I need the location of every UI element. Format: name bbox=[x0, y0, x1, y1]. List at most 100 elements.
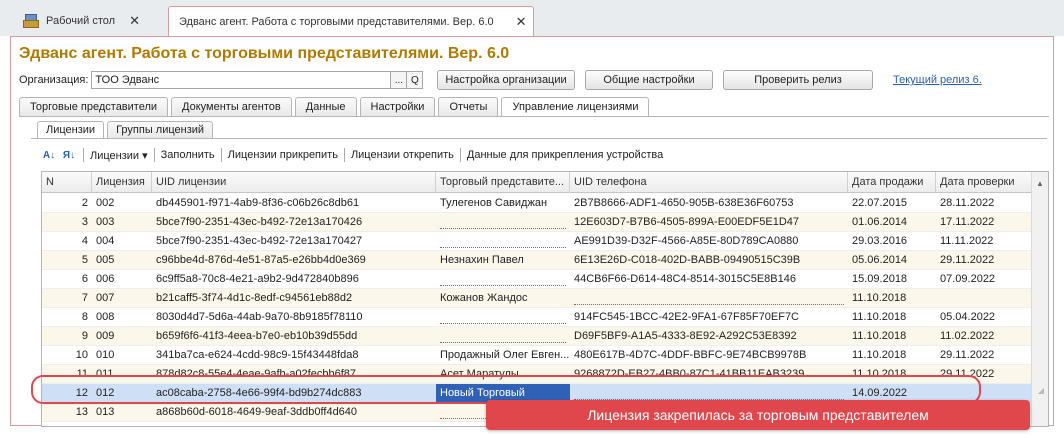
pick-button[interactable]: ... bbox=[391, 71, 408, 89]
table-row[interactable]: 2 002 db445901-f971-4ab9-8f36-c06b26c8db61… bbox=[42, 194, 1032, 213]
cell-sale-date[interactable]: 29.03.2016 bbox=[848, 232, 936, 251]
tab-license-management[interactable]: Управление лицензиями bbox=[501, 97, 650, 117]
tab-sales-reps[interactable]: Торговые представители bbox=[19, 97, 169, 117]
device-data-button[interactable]: Данные для прикрепления устройства bbox=[463, 149, 667, 161]
cell-sale-date[interactable]: 22.07.2015 bbox=[848, 194, 936, 213]
sort-descending-icon[interactable]: Я↓ bbox=[61, 147, 77, 163]
cell-sales-rep[interactable] bbox=[436, 327, 570, 346]
cell-sale-date[interactable]: 15.09.2018 bbox=[848, 270, 936, 289]
column-header-license[interactable]: Лицензия bbox=[92, 172, 152, 193]
cell-license-uid[interactable]: c96bbe4d-876d-4e51-87a5-e26bb4d0e369 bbox=[152, 251, 436, 270]
cell-sales-rep[interactable]: Тулегенов Савиджан bbox=[436, 194, 570, 213]
cell-n[interactable]: 6 bbox=[42, 270, 92, 289]
fill-button[interactable]: Заполнить bbox=[157, 149, 219, 161]
cell-license-uid[interactable]: 341ba7ca-e624-4cdd-98c9-15f43448fda8 bbox=[152, 346, 436, 365]
cell-phone-uid[interactable]: 12E603D7-B7B6-4505-899A-E00EDF5E1D47 bbox=[570, 213, 848, 232]
check-release-button[interactable]: Проверить релиз bbox=[723, 70, 873, 90]
tab-license-groups[interactable]: Группы лицензий bbox=[107, 121, 214, 139]
column-header-sales-rep[interactable]: Торговый представите... bbox=[436, 172, 570, 193]
cell-check-date[interactable]: 29.11.2022 bbox=[936, 251, 1032, 270]
search-icon[interactable]: Q bbox=[407, 71, 424, 89]
cell-license[interactable]: 007 bbox=[92, 289, 152, 308]
cell-sale-date[interactable]: 11.10.2018 bbox=[848, 327, 936, 346]
close-icon[interactable]: ✕ bbox=[129, 13, 140, 29]
cell-check-date[interactable] bbox=[936, 289, 1032, 308]
table-row[interactable]: 3 003 5bce7f90-2351-43ec-b492-72e13a170426… bbox=[42, 213, 1032, 232]
cell-license[interactable]: 006 bbox=[92, 270, 152, 289]
cell-n[interactable]: 7 bbox=[42, 289, 92, 308]
table-row[interactable]: 9 009 b659f6f6-41f3-4eea-b7e0-eb10b39d55dd… bbox=[42, 327, 1032, 346]
table-row[interactable]: 6 006 6c9ff5a8-70c8-4e21-a9b2-9d472840b896… bbox=[42, 270, 1032, 289]
cell-sales-rep[interactable] bbox=[436, 232, 570, 251]
cell-sale-date[interactable]: 11.10.2018 bbox=[848, 346, 936, 365]
cell-license[interactable]: 002 bbox=[92, 194, 152, 213]
cell-license-uid[interactable]: 8030d4d7-5d6a-44ab-9a70-8b9185f78110 bbox=[152, 308, 436, 327]
tab-reports[interactable]: Отчеты bbox=[438, 97, 499, 117]
close-icon[interactable]: ✕ bbox=[516, 14, 527, 30]
column-header-check-date[interactable]: Дата проверки bbox=[936, 172, 1032, 193]
table-row[interactable]: 4 004 5bce7f90-2351-43ec-b492-72e13a170427… bbox=[42, 232, 1032, 251]
table-row[interactable]: 7 007 b21caff5-3f74-4d1c-8edf-c94561eb88d2… bbox=[42, 289, 1032, 308]
detach-licenses-button[interactable]: Лицензии открепить bbox=[347, 149, 458, 161]
cell-phone-uid[interactable]: 44CB6F66-D614-48C4-8514-3015C5E8B146 bbox=[570, 270, 848, 289]
tab-settings[interactable]: Настройки bbox=[359, 97, 436, 117]
cell-phone-uid[interactable]: 2B7B8666-ADF1-4650-905B-638E36F60753 bbox=[570, 194, 848, 213]
cell-sale-date[interactable]: 01.06.2014 bbox=[848, 213, 936, 232]
cell-license-uid[interactable]: 5bce7f90-2351-43ec-b492-72e13a170427 bbox=[152, 232, 436, 251]
cell-license-uid[interactable]: b21caff5-3f74-4d1c-8edf-c94561eb88d2 bbox=[152, 289, 436, 308]
cell-check-date[interactable]: 05.04.2022 bbox=[936, 308, 1032, 327]
cell-sales-rep[interactable]: Незнахин Павел bbox=[436, 251, 570, 270]
tab-licenses[interactable]: Лицензии bbox=[37, 121, 105, 139]
column-header-phone-uid[interactable]: UID телефона bbox=[570, 172, 848, 193]
table-row[interactable]: 5 005 c96bbe4d-876d-4e51-87a5-e26bb4d0e369… bbox=[42, 251, 1032, 270]
tab-data[interactable]: Данные bbox=[294, 97, 357, 117]
cell-license[interactable]: 005 bbox=[92, 251, 152, 270]
column-header-n[interactable]: N bbox=[42, 172, 92, 193]
scroll-up-icon[interactable]: ▲ bbox=[1032, 175, 1048, 191]
sort-ascending-icon[interactable]: А↓ bbox=[41, 147, 57, 163]
cell-n[interactable]: 3 bbox=[42, 213, 92, 232]
cell-license[interactable]: 010 bbox=[92, 346, 152, 365]
licenses-menu-button[interactable]: Лицензии ▾ bbox=[86, 149, 152, 162]
cell-check-date[interactable]: 11.11.2022 bbox=[936, 232, 1032, 251]
cell-license[interactable]: 004 bbox=[92, 232, 152, 251]
cell-sales-rep[interactable]: Продажный Олег Евген... bbox=[436, 346, 570, 365]
general-settings-button[interactable]: Общие настройки bbox=[585, 70, 713, 90]
cell-sales-rep[interactable]: Кожанов Жандос bbox=[436, 289, 570, 308]
cell-license-uid[interactable]: b659f6f6-41f3-4eea-b7e0-eb10b39d55dd bbox=[152, 327, 436, 346]
tab-agent-documents[interactable]: Документы агентов bbox=[171, 97, 292, 117]
cell-phone-uid[interactable]: 6E13E26D-C018-402D-BABB-09490515C39B bbox=[570, 251, 848, 270]
current-release-link[interactable]: Текущий релиз 6. bbox=[893, 74, 982, 86]
attach-licenses-button[interactable]: Лицензии прикрепить bbox=[224, 149, 342, 161]
column-header-license-uid[interactable]: UID лицензии bbox=[152, 172, 436, 193]
cell-n[interactable]: 5 bbox=[42, 251, 92, 270]
org-settings-button[interactable]: Настройка организации bbox=[437, 70, 575, 90]
cell-license[interactable]: 009 bbox=[92, 327, 152, 346]
tab-advance-agent[interactable]: Эдванс агент. Работа с торговыми предста… bbox=[168, 6, 534, 36]
cell-license[interactable]: 008 bbox=[92, 308, 152, 327]
cell-sale-date[interactable]: 11.10.2018 bbox=[848, 289, 936, 308]
cell-license-uid[interactable]: 6c9ff5a8-70c8-4e21-a9b2-9d472840b896 bbox=[152, 270, 436, 289]
tab-home[interactable]: Рабочий стол ✕ bbox=[16, 6, 166, 36]
cell-sale-date[interactable]: 05.06.2014 bbox=[848, 251, 936, 270]
cell-sales-rep[interactable] bbox=[436, 308, 570, 327]
cell-phone-uid[interactable] bbox=[570, 289, 848, 308]
cell-check-date[interactable]: 07.09.2022 bbox=[936, 270, 1032, 289]
cell-license[interactable]: 013 bbox=[92, 403, 152, 422]
cell-n[interactable]: 9 bbox=[42, 327, 92, 346]
column-header-sale-date[interactable]: Дата продажи bbox=[848, 172, 936, 193]
cell-check-date[interactable]: 28.11.2022 bbox=[936, 194, 1032, 213]
cell-n[interactable]: 2 bbox=[42, 194, 92, 213]
cell-n[interactable]: 8 bbox=[42, 308, 92, 327]
cell-license-uid[interactable]: 5bce7f90-2351-43ec-b492-72e13a170426 bbox=[152, 213, 436, 232]
table-row[interactable]: 8 008 8030d4d7-5d6a-44ab-9a70-8b9185f78110… bbox=[42, 308, 1032, 327]
cell-sales-rep[interactable] bbox=[436, 270, 570, 289]
cell-phone-uid[interactable]: D69F5BF9-A1A5-4333-8E92-A292C53E8392 bbox=[570, 327, 848, 346]
cell-check-date[interactable]: 29.11.2022 bbox=[936, 346, 1032, 365]
cell-n[interactable]: 10 bbox=[42, 346, 92, 365]
cell-check-date[interactable]: 11.02.2022 bbox=[936, 327, 1032, 346]
cell-phone-uid[interactable]: 480E617B-4D7C-4DDF-BBFC-9E74BCB9978B bbox=[570, 346, 848, 365]
cell-n[interactable]: 4 bbox=[42, 232, 92, 251]
cell-phone-uid[interactable]: 914FC545-1BCC-42E2-9FA1-67F85F70EF7C bbox=[570, 308, 848, 327]
cell-license-uid[interactable]: a868b60d-6018-4649-9eaf-3ddb0ff4d640 bbox=[152, 403, 436, 422]
